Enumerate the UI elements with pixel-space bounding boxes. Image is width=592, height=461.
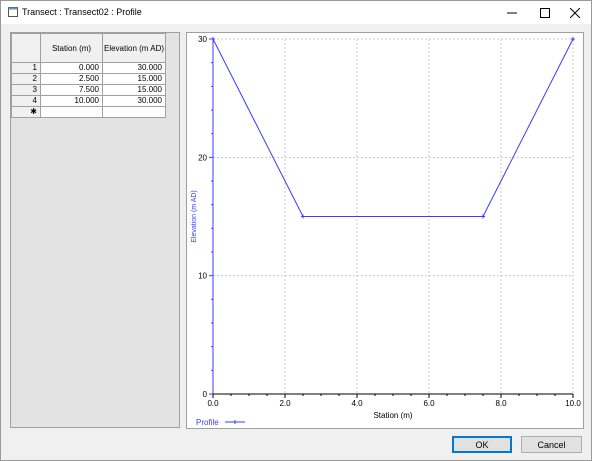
grid-corner-header[interactable] (11, 33, 41, 63)
profile-table[interactable]: Station (m) Elevation (m AD) 1 0.000 30.… (11, 33, 166, 118)
cancel-button[interactable]: Cancel (521, 436, 582, 453)
y-tick-label: 0 (203, 390, 208, 399)
close-button[interactable] (558, 1, 592, 24)
row-header[interactable]: 3 (11, 84, 41, 96)
profile-chart[interactable]: 0.0 2.0 4.0 6.0 8.0 10.0 0 10 20 30 Station (m) Ele… (186, 32, 584, 429)
x-tick-label: 2.0 (279, 399, 291, 408)
elevation-cell[interactable]: 30.000 (102, 95, 166, 107)
window-app-icon (8, 7, 18, 17)
table-row[interactable]: 3 7.500 15.000 (11, 84, 166, 96)
new-elevation-cell[interactable] (102, 106, 166, 118)
row-header[interactable]: 4 (11, 95, 41, 107)
y-tick-label: 30 (198, 35, 207, 44)
new-row[interactable]: ✱ (11, 106, 166, 118)
x-tick-label: 10.0 (565, 399, 581, 408)
row-header[interactable]: 2 (11, 73, 41, 85)
profile-point (481, 214, 485, 219)
y-axis-label: Elevation (m AD) (191, 190, 198, 243)
maximize-button[interactable] (528, 1, 562, 24)
profile-point (571, 37, 575, 41)
profile-point (301, 214, 305, 219)
table-row[interactable]: 1 0.000 30.000 (11, 62, 166, 74)
legend-label: Profile (196, 418, 219, 427)
elevation-cell[interactable]: 15.000 (102, 84, 166, 96)
y-tick-label: 20 (198, 153, 207, 162)
minimize-button[interactable] (495, 1, 529, 24)
x-axis-label: Station (m) (373, 411, 412, 420)
x-tick-label: 8.0 (495, 399, 507, 408)
column-header-station[interactable]: Station (m) (40, 33, 103, 63)
new-station-cell[interactable] (40, 106, 103, 118)
station-cell[interactable]: 7.500 (40, 84, 103, 96)
elevation-cell[interactable]: 15.000 (102, 73, 166, 85)
profile-series-line (212, 38, 574, 217)
elevation-cell[interactable]: 30.000 (102, 62, 166, 74)
profile-window: Transect : Transect02 : Profile Station … (0, 0, 592, 461)
close-icon (570, 7, 580, 18)
table-row[interactable]: 4 10.000 30.000 (11, 95, 166, 107)
station-cell[interactable]: 0.000 (40, 62, 103, 74)
profile-point (211, 37, 215, 41)
station-cell[interactable]: 2.500 (40, 73, 103, 85)
table-row[interactable]: 2 2.500 15.000 (11, 73, 166, 85)
x-tick-label: 0.0 (207, 399, 219, 408)
new-row-asterisk-icon[interactable]: ✱ (11, 106, 41, 118)
x-tick-label: 6.0 (423, 399, 435, 408)
title-bar[interactable]: Transect : Transect02 : Profile (1, 1, 591, 24)
column-header-elevation[interactable]: Elevation (m AD) (102, 33, 166, 63)
y-tick-label: 10 (198, 272, 207, 281)
station-cell[interactable]: 10.000 (40, 95, 103, 107)
window-title: Transect : Transect02 : Profile (22, 7, 142, 17)
profile-data-grid[interactable]: Station (m) Elevation (m AD) 1 0.000 30.… (10, 32, 180, 428)
ok-button[interactable]: OK (452, 436, 512, 453)
legend-marker (233, 420, 237, 424)
row-header[interactable]: 1 (11, 62, 41, 74)
x-tick-label: 4.0 (351, 399, 363, 408)
profile-chart-svg: 0.0 2.0 4.0 6.0 8.0 10.0 0 10 20 30 Station (m) Ele… (191, 35, 581, 427)
